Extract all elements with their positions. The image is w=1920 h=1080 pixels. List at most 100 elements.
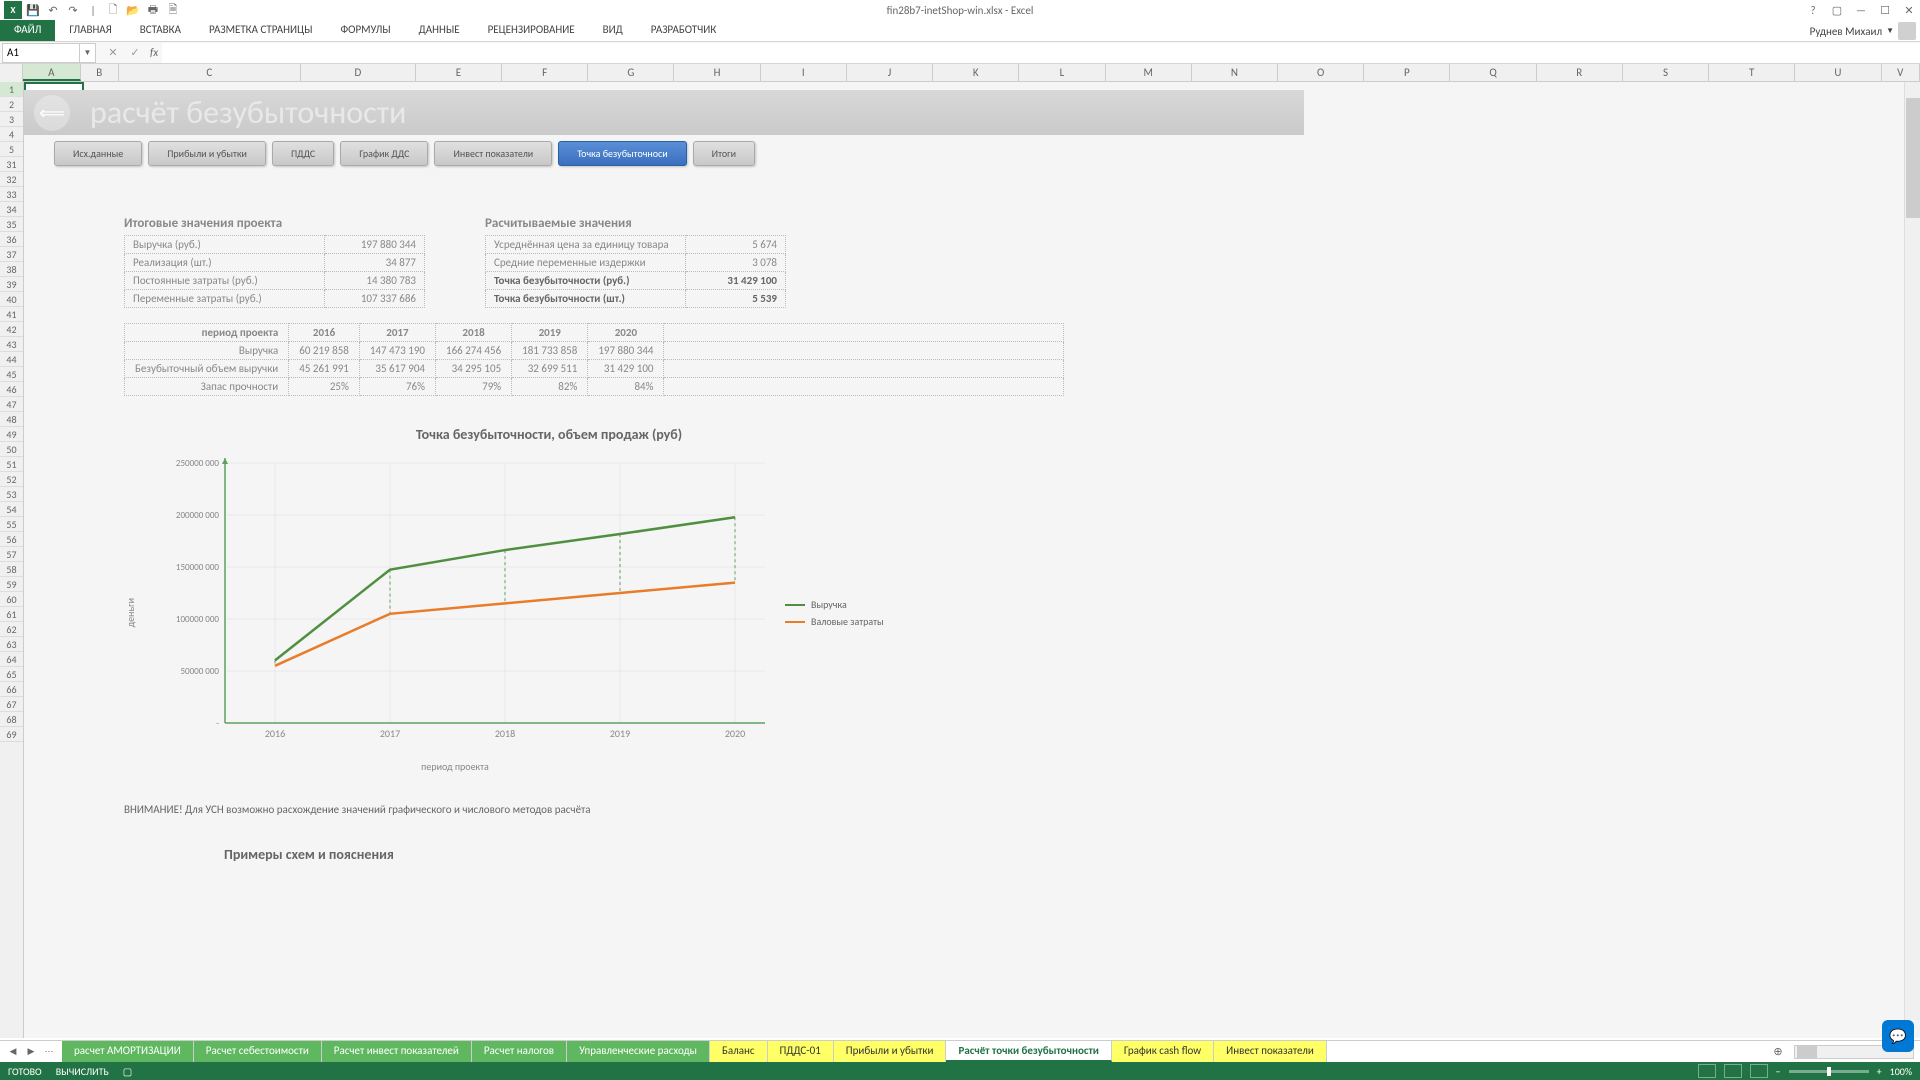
nav-btn-4[interactable]: Инвест показатели xyxy=(434,141,552,166)
row-header-46[interactable]: 46 xyxy=(0,382,23,397)
hscroll-thumb[interactable] xyxy=(1797,1046,1817,1058)
sheet-tab[interactable]: Прибыли и убытки xyxy=(834,1041,947,1062)
formula-input[interactable] xyxy=(162,43,1920,63)
col-header-H[interactable]: H xyxy=(674,64,760,81)
save-icon[interactable]: 💾 xyxy=(24,1,42,19)
ribbon-tab-файл[interactable]: ФАЙЛ xyxy=(0,20,55,41)
nav-btn-3[interactable]: График ДДС xyxy=(340,141,428,166)
row-header-45[interactable]: 45 xyxy=(0,367,23,382)
row-header-58[interactable]: 58 xyxy=(0,562,23,577)
col-header-Q[interactable]: Q xyxy=(1450,64,1536,81)
sheet-tab[interactable]: Инвест показатели xyxy=(1214,1041,1327,1062)
row-header-52[interactable]: 52 xyxy=(0,472,23,487)
col-header-I[interactable]: I xyxy=(761,64,847,81)
ribbon-tab-рецензирование[interactable]: РЕЦЕНЗИРОВАНИЕ xyxy=(474,20,589,41)
row-header-1[interactable]: 1 xyxy=(0,82,23,97)
col-header-U[interactable]: U xyxy=(1795,64,1881,81)
col-header-T[interactable]: T xyxy=(1709,64,1795,81)
sheet-tab[interactable]: Расчет себестоимости xyxy=(194,1041,322,1062)
ribbon-tab-вставка[interactable]: ВСТАВКА xyxy=(126,20,195,41)
row-header-56[interactable]: 56 xyxy=(0,532,23,547)
row-header-36[interactable]: 36 xyxy=(0,232,23,247)
col-header-J[interactable]: J xyxy=(847,64,933,81)
back-button[interactable]: ⟸ xyxy=(34,95,70,131)
row-header-42[interactable]: 42 xyxy=(0,322,23,337)
redo-icon[interactable]: ↷ xyxy=(64,1,82,19)
row-header-34[interactable]: 34 xyxy=(0,202,23,217)
nav-btn-0[interactable]: Исх.данные xyxy=(54,141,142,166)
col-header-C[interactable]: C xyxy=(119,64,301,81)
row-header-69[interactable]: 69 xyxy=(0,727,23,742)
row-header-37[interactable]: 37 xyxy=(0,247,23,262)
tab-nav-prev-icon[interactable]: ◀ xyxy=(6,1045,20,1059)
col-header-V[interactable]: V xyxy=(1882,64,1920,81)
row-header-48[interactable]: 48 xyxy=(0,412,23,427)
help-icon[interactable]: ? xyxy=(1802,1,1824,19)
status-macro-icon[interactable]: ▢ xyxy=(123,1065,132,1078)
cells-area[interactable]: ⟸ расчёт безубыточности Исх.данныеПрибыл… xyxy=(24,82,1920,1038)
col-header-K[interactable]: K xyxy=(933,64,1019,81)
ribbon-tab-разработчик[interactable]: РАЗРАБОТЧИК xyxy=(637,20,731,41)
sheet-tab[interactable]: Баланс xyxy=(710,1041,768,1062)
col-header-E[interactable]: E xyxy=(416,64,502,81)
cancel-icon[interactable]: ✕ xyxy=(104,44,122,62)
fx-icon[interactable]: fx xyxy=(150,46,158,59)
vertical-scrollbar[interactable] xyxy=(1904,82,1920,1020)
col-header-F[interactable]: F xyxy=(502,64,588,81)
help-bubble-icon[interactable]: 💬 xyxy=(1882,1020,1914,1052)
row-header-49[interactable]: 49 xyxy=(0,427,23,442)
add-sheet-button[interactable]: ⊕ xyxy=(1768,1045,1788,1058)
col-header-G[interactable]: G xyxy=(588,64,674,81)
row-header-5[interactable]: 5 xyxy=(0,142,23,157)
row-header-38[interactable]: 38 xyxy=(0,262,23,277)
row-header-41[interactable]: 41 xyxy=(0,307,23,322)
row-header-53[interactable]: 53 xyxy=(0,487,23,502)
new-icon[interactable]: 🗋 xyxy=(104,1,122,19)
row-header-40[interactable]: 40 xyxy=(0,292,23,307)
tab-nav-more-icon[interactable]: ⋯ xyxy=(42,1045,56,1059)
row-header-59[interactable]: 59 xyxy=(0,577,23,592)
row-header-65[interactable]: 65 xyxy=(0,667,23,682)
ribbon-opts-icon[interactable]: ▢ xyxy=(1826,1,1848,19)
zoom-slider[interactable] xyxy=(1789,1070,1869,1073)
undo-icon[interactable]: ↶ xyxy=(44,1,62,19)
ribbon-tab-разметка страницы[interactable]: РАЗМЕТКА СТРАНИЦЫ xyxy=(195,20,327,41)
row-header-61[interactable]: 61 xyxy=(0,607,23,622)
row-header-50[interactable]: 50 xyxy=(0,442,23,457)
row-header-31[interactable]: 31 xyxy=(0,157,23,172)
row-header-68[interactable]: 68 xyxy=(0,712,23,727)
col-header-N[interactable]: N xyxy=(1192,64,1278,81)
row-header-54[interactable]: 54 xyxy=(0,502,23,517)
sheet-tab[interactable]: Расчет налогов xyxy=(472,1041,567,1062)
open-icon[interactable]: 📂 xyxy=(124,1,142,19)
row-header-60[interactable]: 60 xyxy=(0,592,23,607)
row-header-62[interactable]: 62 xyxy=(0,622,23,637)
ribbon-tab-вид[interactable]: ВИД xyxy=(589,20,637,41)
maximize-icon[interactable]: ☐ xyxy=(1874,1,1896,19)
col-header-P[interactable]: P xyxy=(1364,64,1450,81)
row-header-33[interactable]: 33 xyxy=(0,187,23,202)
row-header-43[interactable]: 43 xyxy=(0,337,23,352)
close-icon[interactable]: ✕ xyxy=(1898,1,1920,19)
row-header-66[interactable]: 66 xyxy=(0,682,23,697)
col-header-L[interactable]: L xyxy=(1019,64,1105,81)
row-header-39[interactable]: 39 xyxy=(0,277,23,292)
row-header-51[interactable]: 51 xyxy=(0,457,23,472)
sheet-tab[interactable]: Расчёт точки безубыточности xyxy=(946,1041,1111,1062)
enter-icon[interactable]: ✓ xyxy=(126,44,144,62)
col-header-O[interactable]: O xyxy=(1278,64,1364,81)
select-all-corner[interactable] xyxy=(0,64,23,82)
user-area[interactable]: Руднев Михаил▼ xyxy=(1810,22,1916,40)
row-header-2[interactable]: 2 xyxy=(0,97,23,112)
row-header-35[interactable]: 35 xyxy=(0,217,23,232)
ribbon-tab-главная[interactable]: ГЛАВНАЯ xyxy=(55,20,125,41)
view-break-icon[interactable] xyxy=(1750,1064,1768,1078)
row-header-57[interactable]: 57 xyxy=(0,547,23,562)
row-header-55[interactable]: 55 xyxy=(0,517,23,532)
sheet-tab[interactable]: Расчет инвест показателей xyxy=(322,1041,472,1062)
nav-btn-1[interactable]: Прибыли и убытки xyxy=(148,141,266,166)
view-layout-icon[interactable] xyxy=(1724,1064,1742,1078)
col-header-R[interactable]: R xyxy=(1537,64,1623,81)
row-header-32[interactable]: 32 xyxy=(0,172,23,187)
col-header-A[interactable]: A xyxy=(23,64,81,81)
